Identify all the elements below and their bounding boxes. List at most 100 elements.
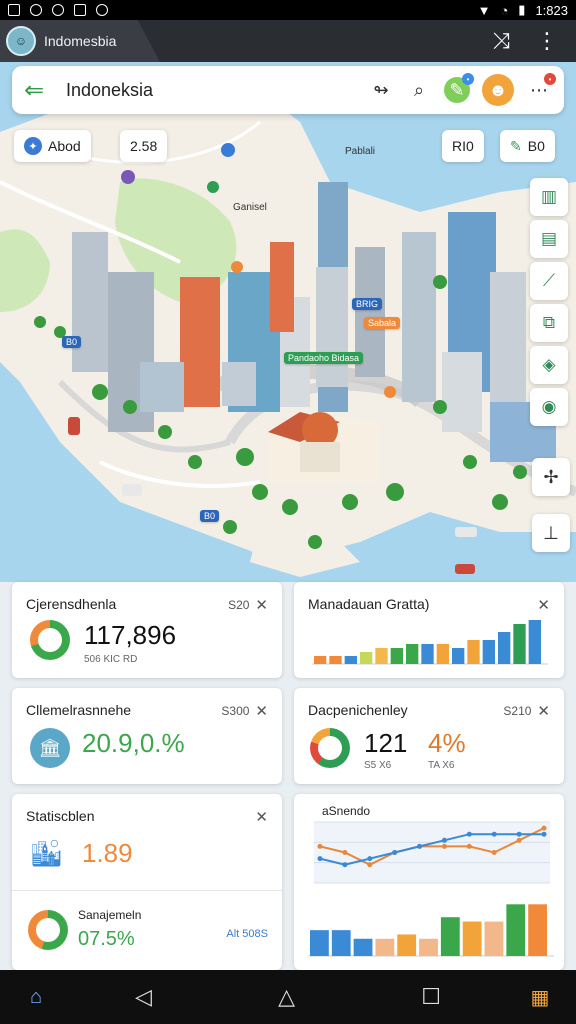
- alarm-icon: [52, 4, 64, 16]
- page-title: Indoneksia: [66, 79, 154, 100]
- layers-button[interactable]: ✎ •: [444, 73, 474, 103]
- card-trend-title: aSnendo: [322, 804, 371, 818]
- growth-bar-14: [528, 620, 541, 664]
- profile-button[interactable]: ☻: [482, 74, 514, 106]
- signal-icon: ▼: [477, 2, 491, 18]
- map-sign-green[interactable]: Pandaoho Bidasa: [284, 352, 364, 364]
- city-icon: 🏙: [30, 838, 64, 868]
- growth-bar-3: [360, 652, 373, 664]
- map-marker-left[interactable]: B0: [62, 336, 82, 348]
- search-icon[interactable]: ⌕: [406, 77, 432, 103]
- card-population[interactable]: Cjerensdhenla S20 ✕ 117,896 506 KIC RD: [12, 582, 282, 678]
- map-sign-blue[interactable]: BRIG: [352, 298, 383, 310]
- card-statistics-value: 1.89: [82, 838, 133, 868]
- map-sign-orange[interactable]: Sabala: [364, 317, 401, 329]
- trend-series-1-point-2: [367, 856, 373, 862]
- copy-tool-icon[interactable]: ⧉: [530, 304, 568, 342]
- card-growth-title: Manadauan Gratta): [308, 596, 430, 612]
- sync-icon: [30, 4, 42, 16]
- more-horiz-button[interactable]: ⋯ •: [526, 73, 556, 103]
- filter-chip-value[interactable]: 2.58: [120, 130, 168, 162]
- growth-bar-0: [314, 656, 327, 664]
- card-density-meta: S210: [503, 704, 532, 718]
- trend-series-0-point-5: [441, 843, 447, 849]
- wifi-icon: ◔: [500, 2, 509, 18]
- chart-tool-icon[interactable]: ▥: [530, 178, 568, 216]
- bar-chart-growth: [312, 620, 548, 665]
- growth-bar-8: [436, 644, 449, 664]
- filter-chip-right1-label: RI0: [452, 138, 474, 154]
- close-icon[interactable]: ✕: [537, 702, 550, 720]
- trend-series-1-point-6: [466, 831, 472, 837]
- notification-badge: •: [544, 73, 556, 85]
- home-circle-icon[interactable]: △: [278, 984, 295, 1010]
- trend-series-0-point-2: [367, 862, 373, 868]
- camera-tool-icon[interactable]: ◉: [530, 388, 568, 426]
- bottom-nav: ⌂ ◁ △ ☐ ▦: [0, 970, 576, 1024]
- card-density[interactable]: Dacpenichenley S210 ✕ 121 4% S5 X6 TA X6: [294, 688, 564, 784]
- growth-bar-13: [513, 624, 526, 664]
- card-density-value2: 4%: [428, 728, 466, 758]
- trend-series-0-point-8: [516, 837, 522, 843]
- recents-icon[interactable]: ☐: [421, 984, 441, 1010]
- compass-icon: ✦: [24, 137, 42, 155]
- growth-bar-9: [452, 648, 465, 664]
- map-text-top: Pablali: [345, 146, 376, 157]
- filter-chip-left[interactable]: ✦ Abod: [14, 130, 91, 162]
- growth-bar-11: [482, 640, 495, 664]
- route-icon[interactable]: ↬: [368, 77, 394, 103]
- clipboard-tool-icon[interactable]: ▤: [530, 220, 568, 258]
- trend-series-0-point-7: [491, 850, 497, 855]
- trend-bars-bar-4: [397, 934, 417, 956]
- card-growth-chart[interactable]: Manadauan Gratta) ✕: [294, 582, 564, 678]
- card-rate-value: 20.9,0.%: [82, 728, 185, 758]
- filter-chip-right2-label: B0: [527, 138, 545, 154]
- progress-ring: [30, 620, 70, 660]
- measure-tool-icon[interactable]: ⟋: [530, 262, 568, 300]
- app-bar: ☺ Indomesbia ⤨ ⋮: [0, 20, 576, 62]
- nav-dashboard[interactable]: ▦: [504, 970, 576, 1024]
- fan-tool-icon[interactable]: ✢: [532, 458, 570, 496]
- battery-icon: ▮: [518, 2, 526, 17]
- close-icon[interactable]: ✕: [255, 702, 268, 720]
- close-icon[interactable]: ✕: [255, 596, 268, 614]
- bank-icon: 🏛: [30, 728, 70, 768]
- trend-bars-bar-9: [506, 904, 526, 956]
- card-statistics[interactable]: Statiscblen ✕ 🏙 1.89 Sanajemeln 07.5% Al…: [12, 794, 282, 970]
- trend-series-0-point-6: [466, 843, 472, 849]
- avatar[interactable]: ☺: [6, 26, 36, 56]
- close-icon[interactable]: ✕: [255, 808, 268, 826]
- trend-plot-area: [314, 822, 550, 883]
- back-arrow-icon[interactable]: ⇐: [24, 76, 52, 105]
- filter-chip-right1[interactable]: RI0: [442, 130, 484, 162]
- back-icon[interactable]: ◁: [135, 984, 152, 1010]
- screen: ▼ ◔ ▮ 1:823 ☺ Indomesbia ⤨ ⋮ Pablali Gan…: [0, 0, 576, 1024]
- growth-bar-10: [467, 640, 480, 664]
- trend-series-1-point-7: [491, 831, 497, 837]
- card-rate[interactable]: Cllemelrasnnehe S300 ✕ 🏛 20.9,0.%: [12, 688, 282, 784]
- pie-icon: [310, 728, 350, 768]
- trend-series-1-point-4: [417, 843, 423, 849]
- map-text-area: Ganisel: [233, 202, 267, 213]
- more-vert-icon[interactable]: ⋮: [536, 28, 558, 54]
- map-marker-bottom[interactable]: B0: [200, 510, 220, 522]
- trend-series-1-point-9: [541, 831, 547, 837]
- card-density-sub: S5 X6: [364, 760, 392, 771]
- filter-chip-right2[interactable]: ✎ B0: [500, 130, 555, 162]
- compare-tool-icon[interactable]: ⊥: [532, 514, 570, 552]
- card-population-meta: S20: [228, 598, 250, 612]
- app-tab-title: Indomesbia: [44, 33, 117, 49]
- settings-icon: [96, 4, 108, 16]
- card-trend[interactable]: aSnendo: [294, 794, 564, 970]
- app-icon: [74, 4, 86, 16]
- app-tab[interactable]: ☺ Indomesbia: [0, 20, 160, 62]
- card-statistics-link[interactable]: Alt 508S: [226, 928, 268, 940]
- card-rate-title: Cllemelrasnnehe: [26, 702, 132, 718]
- search-bar[interactable]: ⇐ Indoneksia ↬ ⌕ ✎ • ☻ ⋯ •: [12, 66, 564, 114]
- nav-home[interactable]: ⌂: [0, 970, 72, 1024]
- card-statistics-title2: Sanajemeln: [78, 908, 142, 922]
- shuffle-icon[interactable]: ⤨: [492, 28, 510, 54]
- card-statistics-value2: 07.5%: [78, 928, 135, 950]
- layers-badge: •: [462, 73, 474, 85]
- tag-tool-icon[interactable]: ◈: [530, 346, 568, 384]
